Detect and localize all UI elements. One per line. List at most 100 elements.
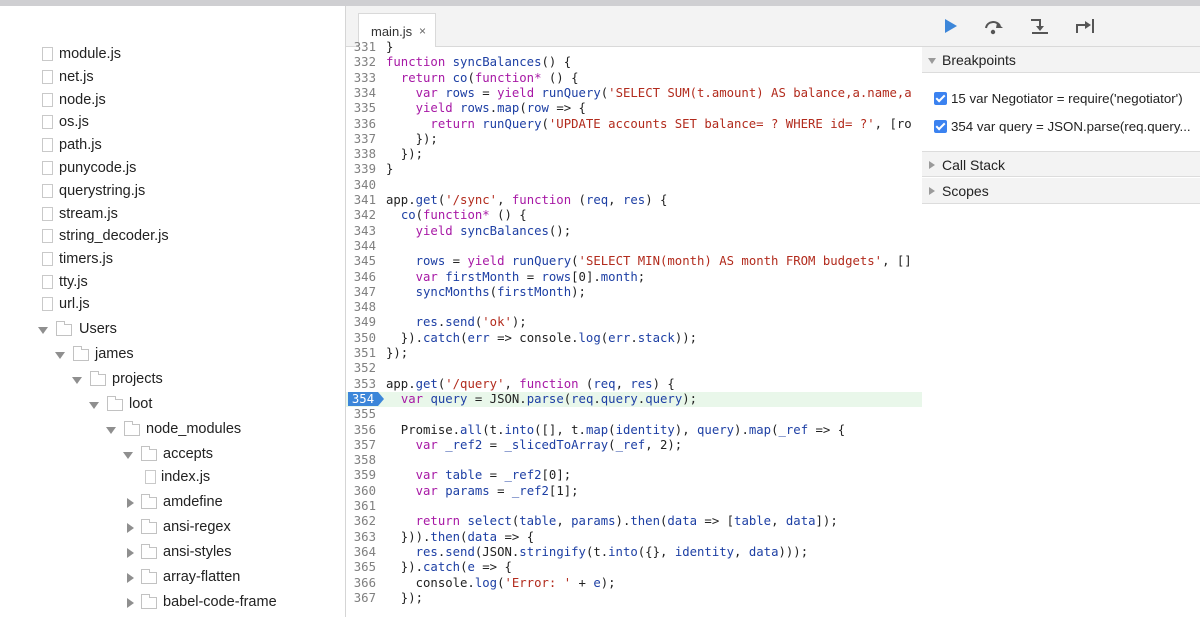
line-number[interactable]: 355 [346, 407, 376, 422]
tree-folder-ansi-styles[interactable]: ansi-styles [0, 542, 345, 564]
resume-icon[interactable] [940, 15, 962, 37]
line-number[interactable]: 331 [346, 40, 376, 55]
tree-item[interactable]: os.js [0, 112, 345, 134]
line-number[interactable]: 360 [346, 484, 376, 499]
chevron-right-icon[interactable] [127, 498, 134, 508]
tree-item[interactable]: url.js [0, 294, 345, 316]
line-number[interactable]: 353 [346, 377, 376, 392]
breakpoint-item[interactable]: 15 var Negotiator = require('negotiator'… [922, 87, 1200, 113]
tree-item[interactable]: tty.js [0, 272, 345, 294]
code-line[interactable]: 331} [346, 40, 922, 55]
code-line[interactable]: 346 var firstMonth = rows[0].month; [346, 270, 922, 285]
code-line[interactable]: 345 rows = yield runQuery('SELECT MIN(mo… [346, 254, 922, 269]
tree-folder-loot[interactable]: loot [0, 394, 345, 416]
code-line[interactable]: 365 }).catch(e => { [346, 560, 922, 575]
tree-folder-ansi-regex[interactable]: ansi-regex [0, 517, 345, 539]
line-number[interactable]: 363 [346, 530, 376, 545]
line-number[interactable]: 367 [346, 591, 376, 606]
code-line[interactable]: 343 yield syncBalances(); [346, 224, 922, 239]
code-line[interactable]: 357 var _ref2 = _slicedToArray(_ref, 2); [346, 438, 922, 453]
call-stack-header[interactable]: Call Stack [922, 151, 1200, 177]
chevron-down-icon[interactable] [123, 452, 133, 459]
step-out-icon[interactable] [1073, 15, 1095, 37]
chevron-right-icon[interactable] [127, 523, 134, 533]
chevron-down-icon[interactable] [106, 427, 116, 434]
line-number[interactable]: 343 [346, 224, 376, 239]
line-number[interactable]: 358 [346, 453, 376, 468]
line-number[interactable]: 348 [346, 300, 376, 315]
breakpoint-marker[interactable]: 354 [348, 392, 384, 407]
tree-item[interactable]: timers.js [0, 249, 345, 271]
close-icon[interactable]: × [419, 24, 426, 38]
chevron-down-icon[interactable] [72, 377, 82, 384]
scopes-header[interactable]: Scopes [922, 178, 1200, 204]
tree-item[interactable]: querystring.js [0, 181, 345, 203]
code-line[interactable]: 347 syncMonths(firstMonth); [346, 285, 922, 300]
line-number[interactable]: 350 [346, 331, 376, 346]
chevron-right-icon[interactable] [127, 598, 134, 608]
breakpoints-header[interactable]: Breakpoints [922, 47, 1200, 73]
code-line[interactable]: 353 app.get('/query', function (req, res)… [346, 377, 922, 392]
breakpoint-checkbox[interactable] [934, 120, 947, 133]
line-number[interactable]: 352 [346, 361, 376, 376]
line-number[interactable]: 349 [346, 315, 376, 330]
tree-item[interactable]: index.js [0, 467, 345, 489]
code-line[interactable]: 360 var params = _ref2[1]; [346, 484, 922, 499]
code-line[interactable]: 359 var table = _ref2[0]; [346, 468, 922, 483]
code-line[interactable]: 352 [346, 361, 922, 376]
line-number[interactable]: 344 [346, 239, 376, 254]
line-number[interactable]: 365 [346, 560, 376, 575]
line-number[interactable]: 346 [346, 270, 376, 285]
line-number[interactable]: 334 [346, 86, 376, 101]
step-in-icon[interactable] [1028, 15, 1050, 37]
chevron-down-icon[interactable] [89, 402, 99, 409]
code-line[interactable]: 364 res.send(JSON.stringify(t.into({}, i… [346, 545, 922, 560]
code-line[interactable]: 350 }).catch(err => console.log(err.stac… [346, 331, 922, 346]
code-line[interactable]: 358 [346, 453, 922, 468]
line-number[interactable]: 362 [346, 514, 376, 529]
code-line[interactable]: 356 Promise.all(t.into([], t.map(identit… [346, 423, 922, 438]
tree-folder-james[interactable]: james [0, 344, 345, 366]
tree-folder-users[interactable]: Users [0, 319, 345, 341]
tree-folder-node-modules[interactable]: node_modules [0, 419, 345, 441]
line-number[interactable]: 342 [346, 208, 376, 223]
code-line[interactable]: 351}); [346, 346, 922, 361]
code-area[interactable]: 331} 332 function syncBalances() {333 retu… [346, 40, 922, 617]
tree-folder-array-flatten[interactable]: array-flatten [0, 567, 345, 589]
tree-item[interactable]: module.js [0, 44, 345, 66]
chevron-down-icon[interactable] [38, 327, 48, 334]
line-number[interactable]: 364 [346, 545, 376, 560]
tree-item[interactable]: path.js [0, 135, 345, 157]
code-line[interactable]: 366 console.log('Error: ' + e); [346, 576, 922, 591]
line-number[interactable]: 357 [346, 438, 376, 453]
line-number[interactable]: 339 [346, 162, 376, 177]
tree-item[interactable]: net.js [0, 67, 345, 89]
line-number[interactable]: 337 [346, 132, 376, 147]
line-number[interactable]: 361 [346, 499, 376, 514]
line-number[interactable]: 359 [346, 468, 376, 483]
code-line[interactable]: 338 }); [346, 147, 922, 162]
code-line[interactable]: 333 return co(function* () { [346, 71, 922, 86]
line-number[interactable]: 333 [346, 71, 376, 86]
code-line[interactable]: 344 [346, 239, 922, 254]
chevron-right-icon[interactable] [127, 548, 134, 558]
line-number[interactable]: 341 [346, 193, 376, 208]
code-line[interactable]: 334 var rows = yield runQuery('SELECT SU… [346, 86, 922, 101]
line-number[interactable]: 345 [346, 254, 376, 269]
tree-item[interactable]: string_decoder.js [0, 226, 345, 248]
tree-folder-projects[interactable]: projects [0, 369, 345, 391]
tree-folder-babel-code-frame[interactable]: babel-code-frame [0, 592, 345, 614]
step-over-icon[interactable] [982, 15, 1004, 37]
tree-item[interactable]: punycode.js [0, 158, 345, 180]
code-line[interactable]: 354 var query = JSON.parse(req.query.que… [346, 391, 922, 408]
tree-item[interactable]: stream.js [0, 204, 345, 226]
line-number[interactable]: 366 [346, 576, 376, 591]
line-number[interactable]: 336 [346, 117, 376, 132]
line-number[interactable]: 338 [346, 147, 376, 162]
breakpoint-item[interactable]: 354 var query = JSON.parse(req.query... [922, 115, 1200, 141]
line-number[interactable]: 351 [346, 346, 376, 361]
code-line[interactable]: 362 return select(table, params).then(da… [346, 514, 922, 529]
line-number[interactable]: 347 [346, 285, 376, 300]
code-line[interactable]: 342 co(function* () { [346, 208, 922, 223]
code-line[interactable]: 355 [346, 407, 922, 422]
